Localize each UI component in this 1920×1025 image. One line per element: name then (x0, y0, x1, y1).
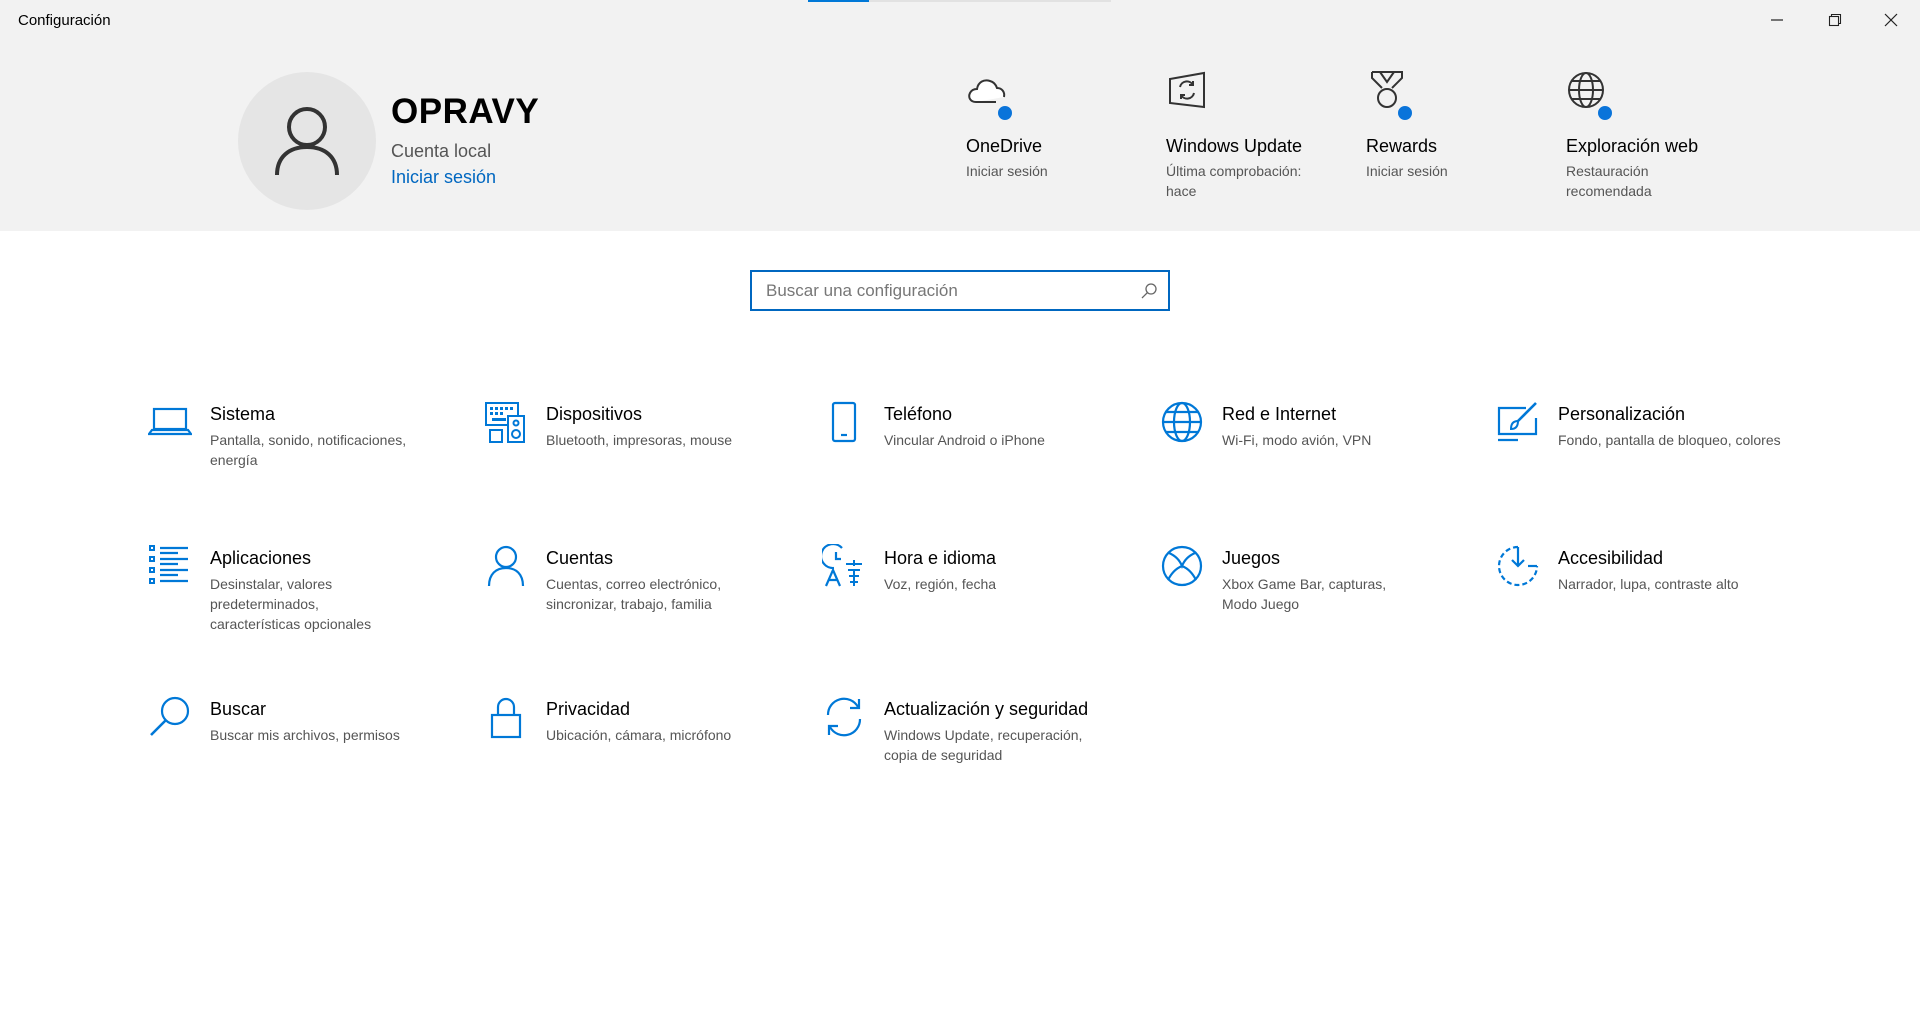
category-actualizacion-seguridad[interactable]: Actualización y seguridad Windows Update… (822, 695, 1122, 805)
category-subtitle: Fondo, pantalla de bloqueo, colores (1558, 432, 1781, 448)
category-buscar[interactable]: Buscar Buscar mis archivos, permisos (148, 695, 448, 805)
notification-badge (996, 104, 1014, 122)
window-title: Configuración (18, 12, 111, 29)
category-subtitle: Xbox Game Bar, capturas, Modo Juego (1222, 576, 1387, 612)
quick-link-title: Windows Update (1166, 136, 1303, 156)
category-title: Aplicaciones (210, 548, 312, 568)
notification-badge (1396, 104, 1414, 122)
quick-link-title: Rewards (1366, 136, 1438, 156)
quick-link-subtitle: Última comprobación: hace (1166, 163, 1302, 199)
category-title: Juegos (1222, 548, 1281, 568)
signin-link[interactable]: Iniciar sesión (391, 167, 496, 188)
category-dispositivos[interactable]: Dispositivos Bluetooth, impresoras, mous… (484, 400, 784, 510)
category-title: Accesibilidad (1558, 548, 1664, 568)
category-privacidad[interactable]: Privacidad Ubicación, cámara, micrófono (484, 695, 784, 805)
search-icon[interactable] (1140, 282, 1158, 300)
category-title: Sistema (210, 404, 276, 424)
maximize-button[interactable] (1806, 0, 1864, 40)
quick-link-title: Exploración web (1566, 136, 1699, 156)
globe-icon (1160, 400, 1204, 444)
quick-link-subtitle: Iniciar sesión (1366, 163, 1448, 179)
category-title: Hora e idioma (884, 548, 997, 568)
category-title: Dispositivos (546, 404, 643, 424)
category-subtitle: Narrador, lupa, contraste alto (1558, 576, 1739, 592)
category-subtitle: Wi-Fi, modo avión, VPN (1222, 432, 1372, 448)
category-juegos[interactable]: Juegos Xbox Game Bar, capturas, Modo Jue… (1160, 544, 1460, 654)
loading-progress-bar (808, 0, 1111, 2)
avatar[interactable] (238, 72, 376, 210)
user-name: OPRAVY (391, 92, 540, 131)
onedrive-cloud-icon (966, 70, 1014, 122)
category-title: Teléfono (884, 404, 953, 424)
quick-link-subtitle: Restauración recomendada (1566, 163, 1652, 199)
sync-icon (822, 695, 866, 739)
minimize-icon (1771, 19, 1783, 21)
category-subtitle: Buscar mis archivos, permisos (210, 727, 400, 743)
category-accesibilidad[interactable]: Accesibilidad Narrador, lupa, contraste … (1496, 544, 1796, 654)
category-subtitle: Ubicación, cámara, micrófono (546, 727, 732, 743)
category-subtitle: Bluetooth, impresoras, mouse (546, 432, 732, 448)
category-subtitle: Vincular Android o iPhone (884, 432, 1045, 448)
category-telefono[interactable]: Teléfono Vincular Android o iPhone (822, 400, 1122, 510)
category-aplicaciones[interactable]: Aplicaciones Desinstalar, valores predet… (148, 544, 448, 654)
person-icon (484, 544, 528, 588)
notification-badge (1596, 104, 1614, 122)
phone-icon (822, 400, 866, 444)
rewards-medal-icon (1366, 70, 1414, 122)
close-icon (1884, 13, 1898, 27)
account-type: Cuenta local (391, 141, 492, 161)
category-personalizacion[interactable]: Personalización Fondo, pantalla de bloqu… (1496, 400, 1796, 510)
category-title: Personalización (1558, 404, 1686, 424)
category-red-internet[interactable]: Red e Internet Wi-Fi, modo avión, VPN (1160, 400, 1460, 510)
windows-update-icon (1166, 70, 1212, 116)
quick-link-subtitle: Iniciar sesión (966, 163, 1048, 179)
category-title: Buscar (210, 699, 267, 719)
quick-link-web-browsing[interactable]: Exploración web Restauración recomendada (1566, 70, 1736, 201)
category-subtitle: Windows Update, recuperación, copia de s… (884, 727, 1083, 763)
category-title: Red e Internet (1222, 404, 1337, 424)
account-header: OPRAVY Cuenta local Iniciar sesión OneDr… (0, 40, 1920, 231)
quick-link-title: OneDrive (966, 136, 1043, 156)
settings-search-box[interactable] (750, 270, 1170, 311)
apps-list-icon (148, 544, 192, 588)
category-title: Cuentas (546, 548, 614, 568)
globe-icon (1566, 70, 1614, 122)
close-button[interactable] (1862, 0, 1920, 40)
category-cuentas[interactable]: Cuentas Cuentas, correo electrónico, sin… (484, 544, 784, 654)
quick-link-onedrive[interactable]: OneDrive Iniciar sesión (966, 70, 1136, 181)
quick-link-windows-update[interactable]: Windows Update Última comprobación: hace (1166, 70, 1336, 201)
laptop-icon (146, 400, 194, 444)
paint-icon (1496, 400, 1540, 444)
search-input[interactable] (766, 280, 1126, 302)
category-title: Actualización y seguridad (884, 699, 1089, 719)
category-subtitle: Cuentas, correo electrónico, sincronizar… (546, 576, 722, 612)
category-subtitle: Pantalla, sonido, notificaciones, energí… (210, 432, 407, 468)
xbox-icon (1160, 544, 1204, 588)
minimize-button[interactable] (1748, 0, 1806, 40)
lock-icon (484, 695, 528, 739)
quick-link-rewards[interactable]: Rewards Iniciar sesión (1366, 70, 1536, 181)
category-sistema[interactable]: Sistema Pantalla, sonido, notificaciones… (146, 400, 448, 510)
category-hora-idioma[interactable]: Hora e idioma Voz, región, fecha (819, 543, 1122, 654)
time-language-icon (819, 543, 866, 588)
person-icon (275, 107, 339, 176)
loading-progress-fill (808, 0, 869, 2)
restore-icon (1828, 13, 1842, 27)
title-bar: Configuración (0, 0, 1920, 40)
ease-of-access-icon (1496, 544, 1540, 588)
devices-icon (484, 400, 528, 444)
search-icon (148, 695, 192, 739)
category-subtitle: Desinstalar, valores predeterminados, ca… (210, 576, 372, 632)
category-title: Privacidad (546, 699, 631, 719)
category-subtitle: Voz, región, fecha (884, 576, 997, 592)
